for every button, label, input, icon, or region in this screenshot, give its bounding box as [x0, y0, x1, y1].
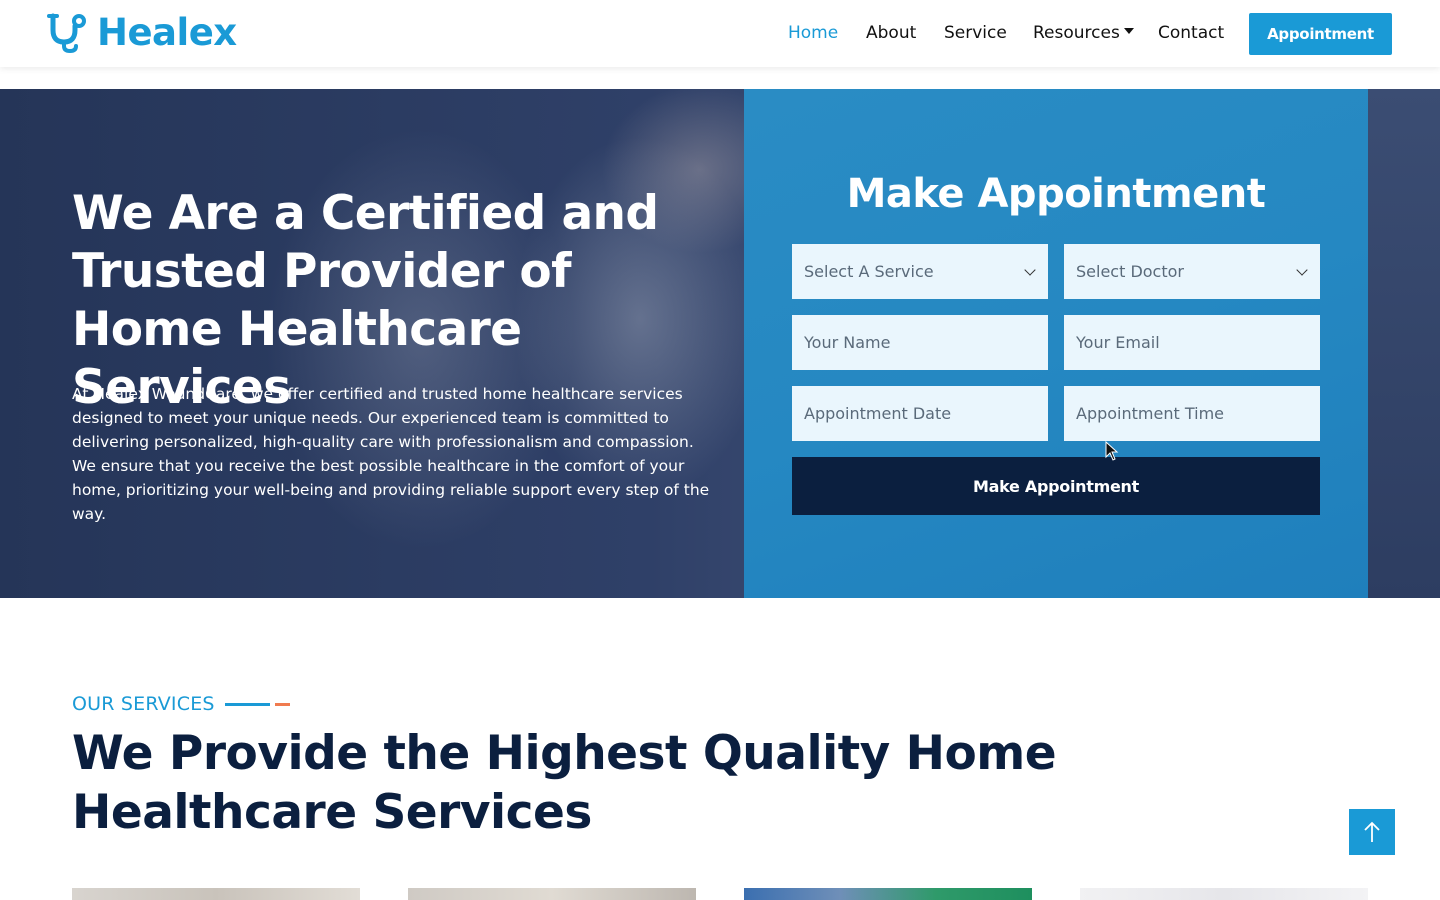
nav-about[interactable]: About [866, 22, 916, 44]
email-field[interactable]: Your Email [1064, 315, 1320, 370]
eyebrow-line-orange [274, 702, 290, 706]
appointment-time-field[interactable]: Appointment Time [1064, 386, 1320, 441]
appointment-form-panel: Make Appointment Select A Service Select… [744, 89, 1368, 598]
brand-name: Healex [97, 11, 237, 54]
hero-background-edge [1368, 89, 1440, 598]
service-card-image[interactable] [744, 888, 1032, 900]
scroll-to-top-button[interactable] [1349, 809, 1395, 855]
service-select[interactable]: Select A Service [792, 244, 1048, 299]
eyebrow-line-blue [224, 702, 270, 706]
service-card-image[interactable] [1080, 888, 1368, 900]
brand-logo[interactable]: Healex [47, 12, 237, 54]
name-field-placeholder: Your Name [804, 333, 891, 352]
hero-description: At Healex WoundCare, we offer certified … [72, 385, 710, 523]
site-header: Healex Home About Service Resources Cont… [0, 0, 1440, 67]
service-card-image[interactable] [72, 888, 360, 900]
chevron-down-icon [1296, 264, 1308, 276]
services-eyebrow: OUR SERVICES [72, 693, 290, 715]
service-card-image[interactable] [408, 888, 696, 900]
appointment-date-field[interactable]: Appointment Date [792, 386, 1048, 441]
doctor-select[interactable]: Select Doctor [1064, 244, 1320, 299]
service-select-value: Select A Service [804, 262, 934, 281]
stethoscope-icon [47, 13, 86, 54]
nav-resources[interactable]: Resources [1033, 22, 1134, 44]
hero-section: We Are a Certified and Trusted Provider … [0, 89, 1440, 598]
nav-home[interactable]: Home [788, 22, 838, 44]
make-appointment-button[interactable]: Make Appointment [792, 457, 1320, 515]
doctor-select-value: Select Doctor [1076, 262, 1184, 281]
services-eyebrow-label: OUR SERVICES [72, 693, 215, 715]
nav-resources-label: Resources [1033, 23, 1120, 43]
header-appointment-button[interactable]: Appointment [1249, 13, 1392, 55]
nav-contact[interactable]: Contact [1158, 22, 1224, 44]
chevron-down-icon [1024, 264, 1036, 276]
appointment-time-placeholder: Appointment Time [1076, 404, 1224, 423]
appointment-form-title: Make Appointment [846, 171, 1266, 217]
email-field-placeholder: Your Email [1076, 333, 1160, 352]
services-title: We Provide the Highest Quality Home Heal… [72, 726, 1057, 840]
caret-down-icon [1123, 28, 1134, 34]
mouse-cursor-icon [1105, 441, 1119, 461]
name-field[interactable]: Your Name [792, 315, 1048, 370]
arrow-up-icon [1364, 821, 1380, 842]
nav-service[interactable]: Service [944, 22, 1007, 44]
appointment-date-placeholder: Appointment Date [804, 404, 952, 423]
